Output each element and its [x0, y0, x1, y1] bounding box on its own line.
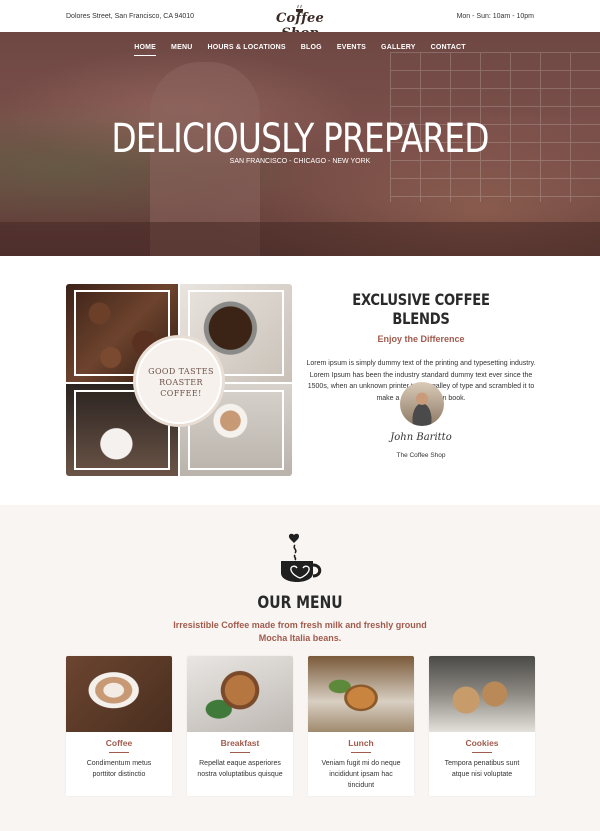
menu-card-breakfast[interactable]: Breakfast Repellat eaque asperiores nost…: [187, 656, 293, 796]
nav-item-home[interactable]: HOME: [134, 44, 156, 56]
nav-item-blog[interactable]: BLOG: [301, 44, 322, 51]
hero-title: DELICIOUSLY PREPARED: [111, 116, 489, 162]
signature-caption: The Coffee Shop: [396, 452, 446, 459]
barista-avatar: [400, 382, 444, 426]
menu-card-lunch[interactable]: Lunch Veniam fugit mi do neque incididun…: [308, 656, 414, 796]
card-divider: [230, 752, 250, 753]
hero-subtitle: SAN FRANCISCO - CHICAGO - NEW YORK: [229, 158, 371, 165]
top-bar: Dolores Street, San Francisco, CA 94010 …: [0, 0, 600, 41]
menu-card-coffee[interactable]: Coffee Condimentum metus porttitor disti…: [66, 656, 172, 796]
blends-title: EXCLUSIVE COFFEE BLENDS: [352, 290, 490, 328]
badge-line: COFFEE!: [160, 389, 202, 398]
hero-banner: HOME MENU HOURS & LOCATIONS BLOG EVENTS …: [0, 32, 600, 256]
nav-item-gallery[interactable]: GALLERY: [381, 44, 416, 51]
menu-intro: Irresistible Coffee made from fresh milk…: [173, 620, 427, 643]
signature: John Baritto: [390, 432, 452, 443]
nav-item-events[interactable]: EVENTS: [337, 44, 366, 51]
card-title: Breakfast: [220, 738, 260, 748]
site-logo[interactable]: Coffee Shop: [255, 4, 345, 41]
menu-section: OUR MENU Irresistible Coffee made from f…: [0, 505, 600, 831]
card-title: Lunch: [348, 738, 374, 748]
main-nav: HOME MENU HOURS & LOCATIONS BLOG EVENTS …: [0, 44, 600, 56]
card-description: Tempora penatibus sunt atque nisi volupt…: [444, 760, 520, 778]
menu-title: OUR MENU: [257, 593, 343, 613]
hero-counter-image: [0, 222, 600, 256]
card-description: Repellat eaque asperiores nostra volupta…: [197, 760, 283, 778]
badge-line: GOOD TASTES: [148, 367, 214, 376]
card-divider: [472, 752, 492, 753]
opening-hours-text: Mon - Sun: 10am - 10pm: [456, 13, 534, 20]
menu-card-cookies[interactable]: Cookies Tempora penatibus sunt atque nis…: [429, 656, 535, 796]
badge-line: ROASTER: [159, 378, 203, 387]
card-divider: [351, 752, 371, 753]
nav-item-hours-locations[interactable]: HOURS & LOCATIONS: [207, 44, 285, 51]
good-tastes-badge: GOOD TASTES ROASTER COFFEE!: [136, 338, 222, 424]
card-title: Cookies: [465, 738, 499, 748]
lunch-image: [308, 656, 414, 732]
coffee-cup-heart-icon: [281, 533, 322, 582]
coffee-collage: GOOD TASTES ROASTER COFFEE!: [66, 284, 292, 476]
card-description: Condimentum metus porttitor distinctio: [86, 760, 152, 778]
coffee-image: [66, 656, 172, 732]
address-text: Dolores Street, San Francisco, CA 94010: [66, 13, 195, 20]
nav-item-menu[interactable]: MENU: [171, 44, 192, 51]
nav-item-contact[interactable]: CONTACT: [431, 44, 466, 51]
card-description: Veniam fugit mi do neque incididunt ipsa…: [321, 760, 401, 789]
blends-section: EXCLUSIVE COFFEE BLENDS Enjoy the Differ…: [306, 290, 536, 459]
blends-tagline: Enjoy the Difference: [377, 334, 465, 344]
cookies-image: [429, 656, 535, 732]
breakfast-image: [187, 656, 293, 732]
card-title: Coffee: [105, 738, 133, 748]
card-divider: [109, 752, 129, 753]
